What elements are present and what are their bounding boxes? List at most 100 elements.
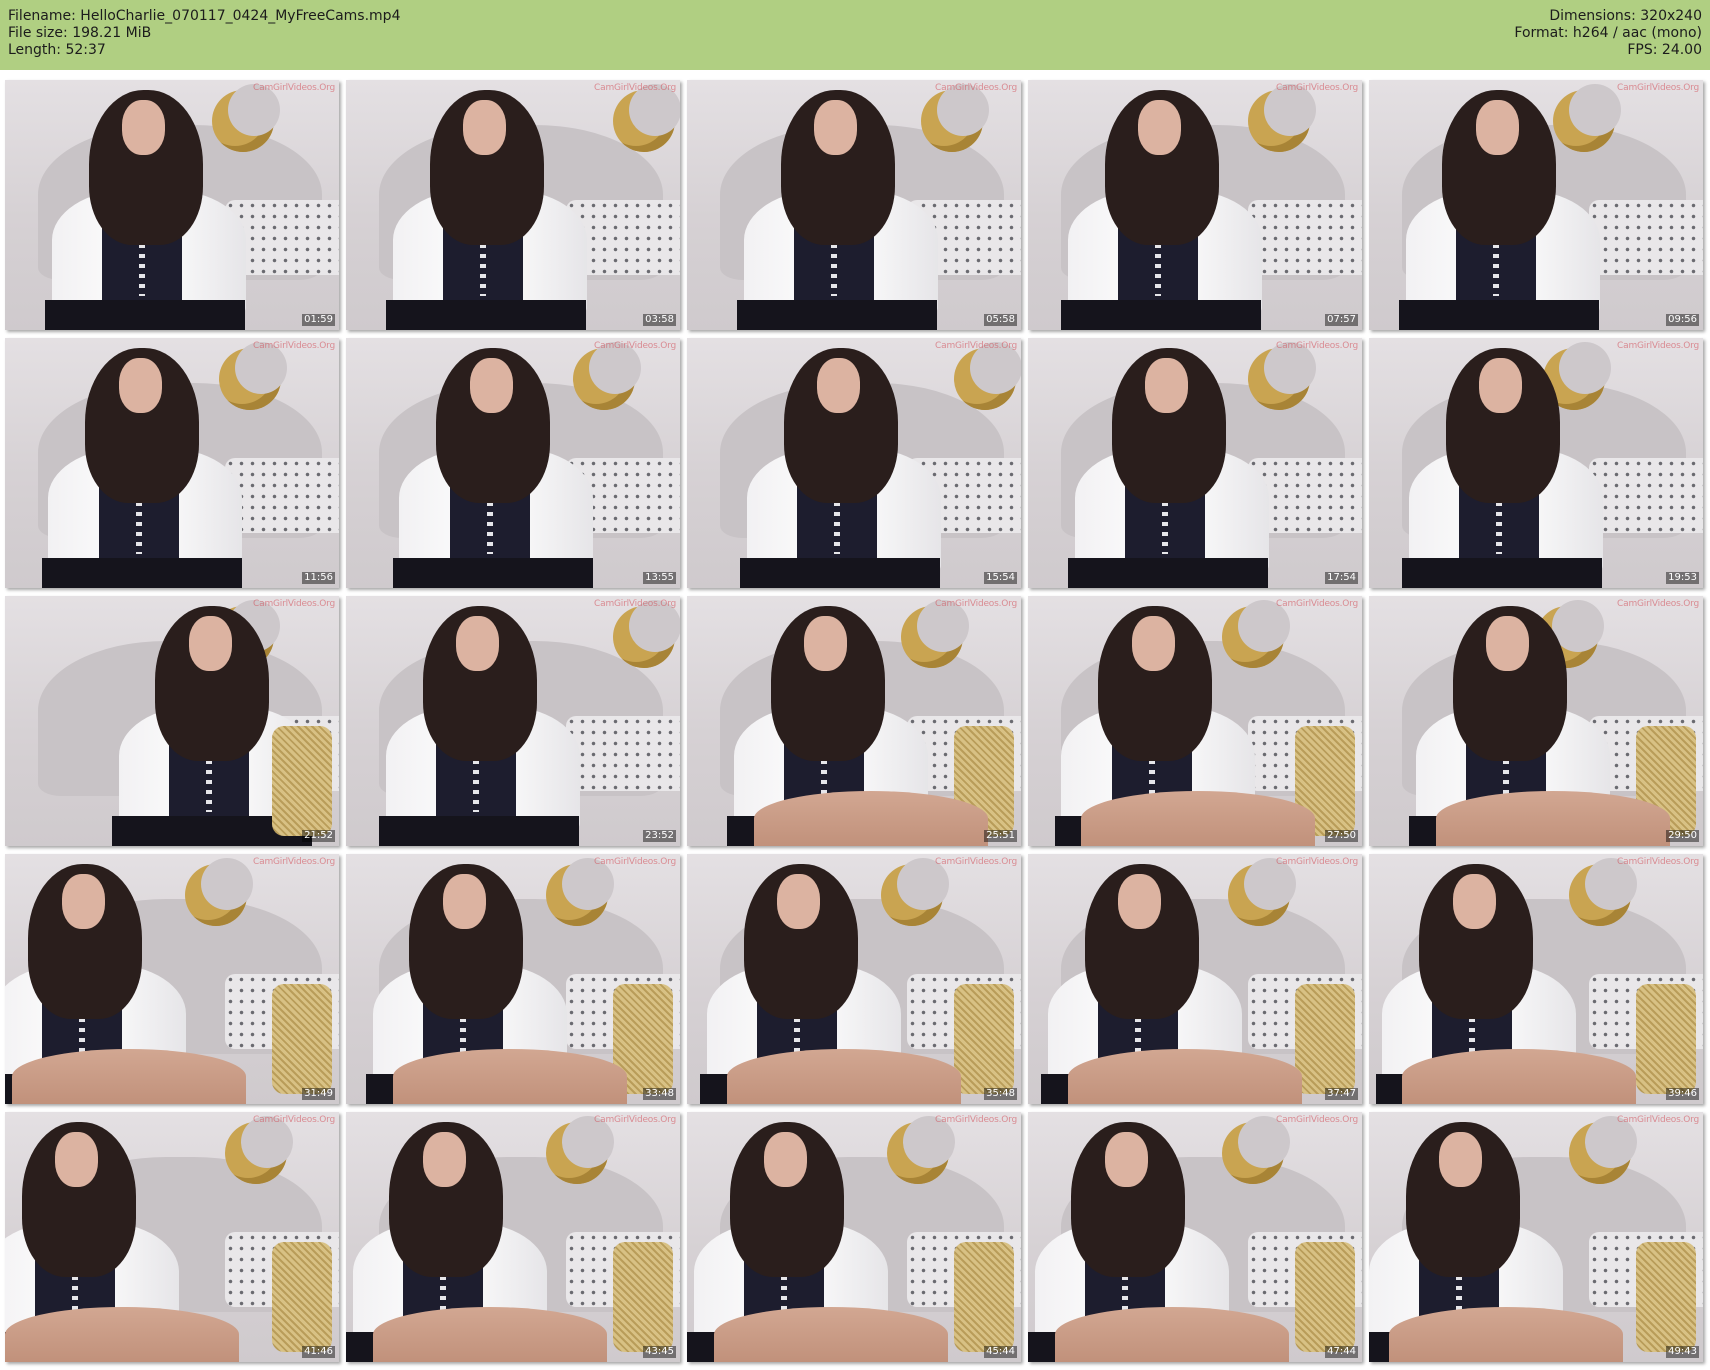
- video-frame: CamGirlVideos.Org: [1028, 854, 1362, 1104]
- thumbnail[interactable]: CamGirlVideos.Org 39:46: [1369, 854, 1703, 1104]
- moon-decoration-icon: [1228, 858, 1296, 926]
- thumbnail[interactable]: CamGirlVideos.Org 45:44: [687, 1112, 1021, 1362]
- timestamp-label: 01:59: [302, 314, 335, 326]
- video-frame: CamGirlVideos.Org: [1369, 596, 1703, 846]
- thumbnail[interactable]: CamGirlVideos.Org 33:48: [346, 854, 680, 1104]
- thumbnail[interactable]: CamGirlVideos.Org 13:55: [346, 338, 680, 588]
- watermark-text: CamGirlVideos.Org: [1276, 341, 1358, 351]
- watermark-text: CamGirlVideos.Org: [594, 341, 676, 351]
- moon-decoration-icon: [1248, 84, 1316, 152]
- frame-legs: [1436, 791, 1670, 846]
- timestamp-label: 33:48: [643, 1088, 676, 1100]
- watermark-text: CamGirlVideos.Org: [594, 599, 676, 609]
- thumbnail[interactable]: CamGirlVideos.Org 47:44: [1028, 1112, 1362, 1362]
- moon-decoration-icon: [1222, 1116, 1290, 1184]
- thumbnail[interactable]: CamGirlVideos.Org 07:57: [1028, 80, 1362, 330]
- video-frame: CamGirlVideos.Org: [1028, 1112, 1362, 1362]
- frame-face: [1476, 100, 1520, 155]
- thumbnail[interactable]: CamGirlVideos.Org 09:56: [1369, 80, 1703, 330]
- timestamp-label: 05:58: [984, 314, 1017, 326]
- video-frame: CamGirlVideos.Org: [1028, 80, 1362, 330]
- thumbnail[interactable]: CamGirlVideos.Org 19:53: [1369, 338, 1703, 588]
- timestamp-label: 13:55: [643, 572, 676, 584]
- frame-stool: [272, 726, 333, 836]
- frame-stool: [1636, 1242, 1697, 1352]
- watermark-text: CamGirlVideos.Org: [1276, 857, 1358, 867]
- frame-face: [1132, 616, 1176, 671]
- video-frame: CamGirlVideos.Org: [346, 80, 680, 330]
- thumbnail[interactable]: CamGirlVideos.Org 27:50: [1028, 596, 1362, 846]
- frame-face: [470, 358, 514, 413]
- thumbnail[interactable]: CamGirlVideos.Org 01:59: [5, 80, 339, 330]
- thumbnail[interactable]: CamGirlVideos.Org 17:54: [1028, 338, 1362, 588]
- thumbnail[interactable]: CamGirlVideos.Org 49:43: [1369, 1112, 1703, 1362]
- frame-legs: [12, 1049, 246, 1104]
- frame-legs: [1068, 1049, 1302, 1104]
- timestamp-label: 17:54: [1325, 572, 1358, 584]
- frame-face: [1145, 358, 1189, 413]
- video-frame: CamGirlVideos.Org: [5, 338, 339, 588]
- moon-decoration-icon: [613, 84, 680, 152]
- frame-stool: [272, 1242, 333, 1352]
- frame-face: [764, 1132, 808, 1187]
- watermark-text: CamGirlVideos.Org: [594, 1115, 676, 1125]
- frame-skirt: [379, 816, 580, 846]
- frame-stool: [954, 1242, 1015, 1352]
- frame-legs: [727, 1049, 961, 1104]
- video-frame: CamGirlVideos.Org: [1369, 80, 1703, 330]
- timestamp-label: 45:44: [984, 1346, 1017, 1358]
- frame-skirt: [42, 558, 243, 588]
- frame-pillow: [1589, 458, 1703, 533]
- thumbnail[interactable]: CamGirlVideos.Org 15:54: [687, 338, 1021, 588]
- video-frame: CamGirlVideos.Org: [1369, 854, 1703, 1104]
- thumbnail[interactable]: CamGirlVideos.Org 31:49: [5, 854, 339, 1104]
- moon-decoration-icon: [901, 600, 969, 668]
- watermark-text: CamGirlVideos.Org: [935, 1115, 1017, 1125]
- frame-face: [1486, 616, 1530, 671]
- thumbnail-grid: CamGirlVideos.Org 01:59 CamGirlVideos.Org 0…: [0, 78, 1710, 1370]
- frame-legs: [754, 791, 988, 846]
- frame-face: [1118, 874, 1162, 929]
- video-frame: CamGirlVideos.Org: [687, 80, 1021, 330]
- moon-decoration-icon: [1569, 1116, 1637, 1184]
- video-frame: CamGirlVideos.Org: [1028, 596, 1362, 846]
- moon-decoration-icon: [613, 600, 680, 668]
- thumbnail[interactable]: CamGirlVideos.Org 23:52: [346, 596, 680, 846]
- video-frame: CamGirlVideos.Org: [687, 1112, 1021, 1362]
- thumbnail[interactable]: CamGirlVideos.Org 21:52: [5, 596, 339, 846]
- watermark-text: CamGirlVideos.Org: [594, 857, 676, 867]
- thumbnail[interactable]: CamGirlVideos.Org 29:50: [1369, 596, 1703, 846]
- thumbnail[interactable]: CamGirlVideos.Org 43:45: [346, 1112, 680, 1362]
- thumbnail[interactable]: CamGirlVideos.Org 41:46: [5, 1112, 339, 1362]
- frame-pillow: [1589, 200, 1703, 275]
- frame-skirt: [1061, 300, 1262, 330]
- thumbnail[interactable]: CamGirlVideos.Org 35:48: [687, 854, 1021, 1104]
- timestamp-label: 43:45: [643, 1346, 676, 1358]
- thumbnail[interactable]: CamGirlVideos.Org 03:58: [346, 80, 680, 330]
- thumbnail[interactable]: CamGirlVideos.Org 05:58: [687, 80, 1021, 330]
- thumbnail[interactable]: CamGirlVideos.Org 25:51: [687, 596, 1021, 846]
- moon-decoration-icon: [212, 84, 280, 152]
- video-frame: CamGirlVideos.Org: [346, 854, 680, 1104]
- frame-stool: [1295, 1242, 1356, 1352]
- frame-pillow: [1248, 200, 1362, 275]
- timestamp-label: 19:53: [1666, 572, 1699, 584]
- moon-decoration-icon: [1222, 600, 1290, 668]
- frame-legs: [714, 1307, 948, 1362]
- frame-legs: [393, 1049, 627, 1104]
- watermark-text: CamGirlVideos.Org: [253, 1115, 335, 1125]
- frame-skirt: [1068, 558, 1269, 588]
- frame-pillow: [566, 716, 680, 791]
- timestamp-label: 49:43: [1666, 1346, 1699, 1358]
- frame-face: [456, 616, 500, 671]
- moon-decoration-icon: [219, 342, 287, 410]
- timestamp-label: 37:47: [1325, 1088, 1358, 1100]
- frame-face: [423, 1132, 467, 1187]
- frame-face: [122, 100, 166, 155]
- thumbnail[interactable]: CamGirlVideos.Org 37:47: [1028, 854, 1362, 1104]
- watermark-text: CamGirlVideos.Org: [1276, 1115, 1358, 1125]
- thumbnail[interactable]: CamGirlVideos.Org 11:56: [5, 338, 339, 588]
- moon-decoration-icon: [954, 342, 1021, 410]
- frame-face: [1138, 100, 1182, 155]
- video-frame: CamGirlVideos.Org: [687, 596, 1021, 846]
